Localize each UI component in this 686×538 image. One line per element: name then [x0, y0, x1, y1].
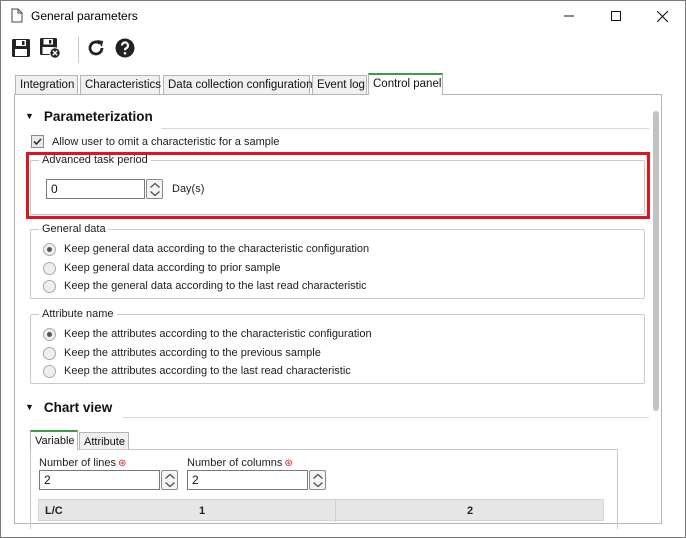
- general-data-option-3-label: Keep the general data according to the l…: [64, 280, 367, 292]
- maximize-button[interactable]: [593, 1, 639, 31]
- minimize-button[interactable]: [546, 1, 592, 31]
- attribute-name-legend: Attribute name: [39, 308, 117, 320]
- grid-column-1-header: 1: [199, 505, 206, 517]
- save-icon: [11, 38, 31, 61]
- toolbar-separator: [78, 37, 79, 63]
- highlight-box: [26, 152, 650, 219]
- attribute-option-2-radio[interactable]: [43, 347, 56, 360]
- number-of-lines-stepper[interactable]: [161, 470, 178, 490]
- number-of-lines-label: Number of lines ⊛: [39, 457, 127, 469]
- number-of-columns-label: Number of columns ⊛: [187, 457, 293, 469]
- document-icon: [11, 8, 23, 26]
- grid-column-2-header: 2: [467, 505, 474, 517]
- chart-view-section-header[interactable]: ▼ Chart view: [25, 400, 112, 415]
- general-data-option-3-radio[interactable]: [43, 280, 56, 293]
- number-of-columns-stepper[interactable]: [309, 470, 326, 490]
- general-data-option-2-label: Keep general data according to prior sam…: [64, 262, 281, 274]
- stepper-arrows-icon: [165, 473, 175, 488]
- help-button[interactable]: [113, 37, 137, 61]
- save-and-close-button[interactable]: [38, 37, 62, 61]
- vertical-scrollbar[interactable]: [651, 107, 661, 519]
- parameterization-section-header[interactable]: ▼ Parameterization: [25, 109, 153, 124]
- grid-corner-label: L/C: [45, 505, 63, 517]
- scrollbar-thumb[interactable]: [653, 111, 659, 411]
- attribute-option-2-label: Keep the attributes according to the pre…: [64, 347, 321, 359]
- general-parameters-window: General parameters Integration Character…: [0, 0, 686, 538]
- refresh-button[interactable]: [84, 37, 108, 61]
- tab-characteristics[interactable]: Characteristics: [80, 75, 161, 94]
- attribute-option-1-label: Keep the attributes according to the cha…: [64, 328, 372, 340]
- section-title: Parameterization: [43, 109, 153, 124]
- collapse-caret-icon: ▼: [25, 111, 34, 121]
- number-of-columns-input[interactable]: [187, 470, 308, 490]
- required-icon: ⊛: [118, 458, 127, 469]
- required-icon: ⊛: [284, 458, 293, 469]
- number-of-lines-input[interactable]: [39, 470, 160, 490]
- chart-grid-header: L/C 1 2: [38, 499, 604, 522]
- tab-variable[interactable]: Variable: [30, 430, 78, 450]
- tab-attribute[interactable]: Attribute: [79, 432, 129, 450]
- grid-column-divider: [335, 500, 336, 522]
- save-button[interactable]: [9, 37, 33, 61]
- refresh-icon: [86, 38, 106, 61]
- section-title: Chart view: [43, 400, 113, 415]
- tab-integration[interactable]: Integration: [15, 75, 78, 94]
- section-divider: [123, 417, 649, 418]
- check-icon: [33, 138, 42, 146]
- general-data-option-1-label: Keep general data according to the chara…: [64, 243, 370, 255]
- attribute-option-3-radio[interactable]: [43, 365, 56, 378]
- section-divider: [161, 128, 649, 129]
- omit-characteristic-checkbox[interactable]: [31, 135, 44, 148]
- collapse-caret-icon: ▼: [25, 402, 34, 412]
- stepper-arrows-icon: [313, 473, 323, 488]
- tab-event-log[interactable]: Event log: [312, 75, 367, 94]
- window-title: General parameters: [31, 9, 138, 23]
- title-bar: General parameters: [1, 1, 685, 31]
- general-data-option-1-radio[interactable]: [43, 243, 56, 256]
- tab-data-collection-configuration[interactable]: Data collection configuration: [163, 75, 312, 94]
- attribute-option-1-radio[interactable]: [43, 328, 56, 341]
- attribute-option-3-label: Keep the attributes according to the las…: [64, 365, 351, 377]
- help-icon: [115, 38, 135, 61]
- toolbar: [1, 31, 685, 69]
- close-button[interactable]: [639, 1, 685, 31]
- omit-characteristic-label: Allow user to omit a characteristic for …: [52, 136, 280, 148]
- general-data-legend: General data: [39, 223, 109, 235]
- general-data-option-2-radio[interactable]: [43, 262, 56, 275]
- tab-control-panel[interactable]: Control panel: [368, 73, 443, 95]
- save-close-icon: [39, 37, 61, 62]
